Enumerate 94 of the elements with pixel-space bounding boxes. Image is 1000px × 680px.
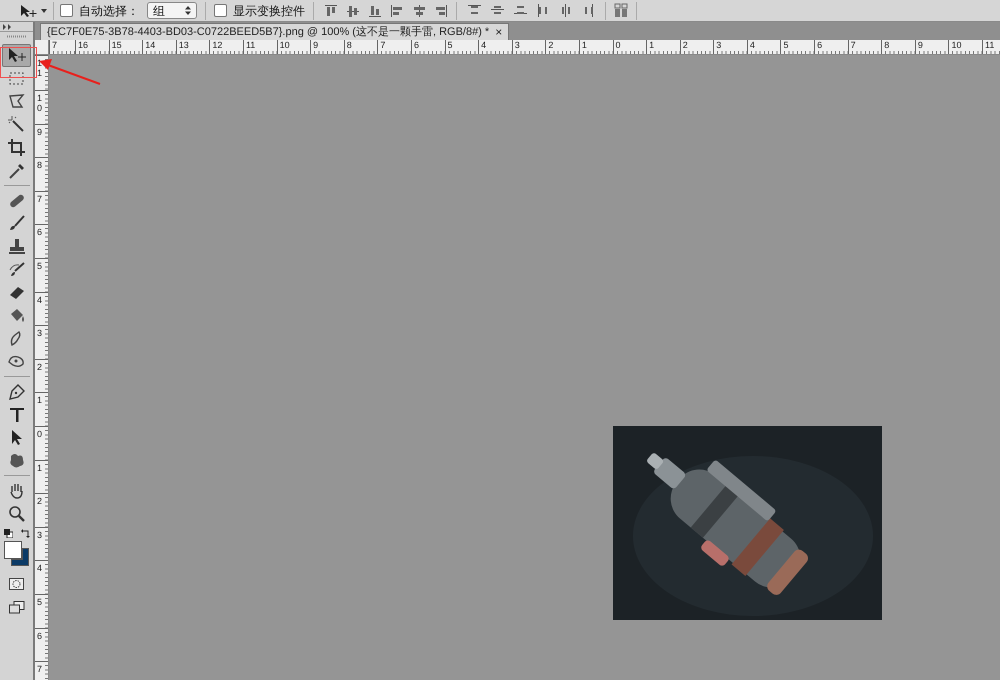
- ruler-label: 7: [37, 664, 42, 674]
- ruler-label: 7: [380, 40, 386, 51]
- default-colors-icon: [4, 529, 12, 538]
- tool-button[interactable]: [2, 44, 31, 67]
- ruler-label: 14: [145, 40, 156, 51]
- ruler-label: 6: [414, 40, 419, 51]
- align-button[interactable]: [390, 4, 404, 18]
- ruler-label: 11: [37, 58, 42, 78]
- background-color-swatch[interactable]: [10, 548, 28, 566]
- ruler-label: 3: [514, 40, 520, 51]
- ruler-label: 2: [37, 496, 42, 506]
- checkbox[interactable]: [60, 4, 73, 17]
- ruler-label: 7: [37, 194, 42, 204]
- ruler-label: 5: [37, 260, 42, 271]
- ruler-label: 2: [548, 40, 554, 51]
- eyedropper-icon: [7, 161, 26, 180]
- annotation-box: [0, 47, 37, 78]
- quick-mask-icon: [9, 578, 24, 590]
- caret-icon: [41, 8, 47, 12]
- ruler-label: 4: [37, 294, 42, 305]
- close-button[interactable]: ×: [495, 26, 502, 38]
- ruler-label: 5: [448, 40, 453, 51]
- ruler-label: 1: [649, 40, 654, 51]
- ruler-label: 4: [37, 563, 42, 574]
- ruler-label: 1: [37, 395, 42, 406]
- ruler-label: 4: [750, 40, 755, 51]
- ruler-label: 3: [37, 328, 42, 338]
- foreground-color-swatch[interactable]: [4, 541, 22, 559]
- align-button[interactable]: [434, 4, 448, 18]
- ruler-label: 1: [37, 462, 42, 473]
- ruler-label: 6: [817, 40, 822, 51]
- align-top-icon: [324, 4, 338, 18]
- ruler-label: 6: [37, 227, 42, 238]
- ruler-label: 5: [783, 40, 788, 51]
- collapse-icon: [3, 24, 13, 30]
- tool-preset-button[interactable]: [20, 4, 47, 18]
- ruler-label: 13: [178, 40, 189, 51]
- grip-icon: [6, 35, 26, 38]
- ruler-label: 16: [78, 40, 88, 51]
- screen-mode-icon: [8, 600, 24, 614]
- magic-wand-icon: [7, 115, 26, 134]
- ruler-label: 8: [37, 160, 42, 170]
- crop-icon: [7, 138, 26, 157]
- ruler-label: 7: [850, 40, 856, 51]
- ruler-label: 0: [37, 428, 42, 439]
- ruler-label: 15: [112, 40, 122, 51]
- align-bottom-icon: [368, 4, 382, 18]
- zoom-icon: [7, 504, 26, 523]
- ruler-label: 9: [37, 126, 42, 137]
- align-button[interactable]: [346, 4, 360, 18]
- history-brush-icon: [7, 260, 26, 279]
- align-right-icon: [434, 4, 448, 18]
- auto-align-icon: [614, 3, 628, 18]
- checkbox-label: 自动选择：: [79, 2, 139, 20]
- stamp-icon: [7, 237, 26, 256]
- ruler-label: 12: [212, 40, 222, 51]
- updown-icon: [185, 6, 191, 15]
- align-button[interactable]: [412, 4, 426, 18]
- ruler-label: 2: [37, 362, 42, 372]
- ruler-label: 8: [346, 40, 352, 51]
- ruler-label: 2: [682, 40, 688, 51]
- ruler-label: 0: [616, 40, 621, 51]
- auto-align-button[interactable]: [614, 3, 628, 18]
- pen-icon: [7, 382, 26, 401]
- ruler-label: 7: [52, 40, 58, 51]
- document-tab[interactable]: {EC7F0E75-3B78-4403-BD03-C0722BEED5B7}.png @ 100% (这不是一颗手雷, RGB/8#) * ×: [40, 23, 510, 40]
- checkbox-label: 显示变换控件: [233, 2, 305, 20]
- ruler-label: 4: [481, 40, 486, 51]
- ruler-label: 11: [985, 40, 994, 51]
- ruler-label: 11: [246, 40, 256, 51]
- align-center-icon: [412, 4, 426, 18]
- move-icon: [20, 4, 38, 18]
- ruler-label: 6: [37, 630, 42, 640]
- ruler-label: 5: [37, 596, 42, 607]
- target-dropdown[interactable]: 组: [147, 2, 197, 19]
- align-button[interactable]: [368, 4, 382, 18]
- align-button[interactable]: [324, 4, 338, 18]
- ruler-label: 3: [716, 40, 722, 51]
- ruler-label: 10: [280, 40, 290, 51]
- ruler-label: 10: [37, 93, 42, 113]
- ruler-label: 3: [37, 530, 42, 540]
- ruler-label: 10: [951, 40, 962, 51]
- ruler-label: 9: [918, 40, 923, 51]
- ruler-label: 9: [313, 40, 318, 51]
- move-icon: [7, 46, 26, 65]
- ruler-label: 1: [582, 40, 587, 51]
- checkbox[interactable]: [214, 4, 227, 17]
- type-icon: [7, 405, 26, 424]
- annotation-arrow: [38, 57, 102, 85]
- swap-colors-icon: [20, 529, 30, 538]
- ruler-label: 8: [884, 40, 890, 51]
- align-middle-icon: [346, 4, 360, 18]
- align-left-icon: [390, 4, 404, 18]
- brush-icon: [7, 214, 26, 233]
